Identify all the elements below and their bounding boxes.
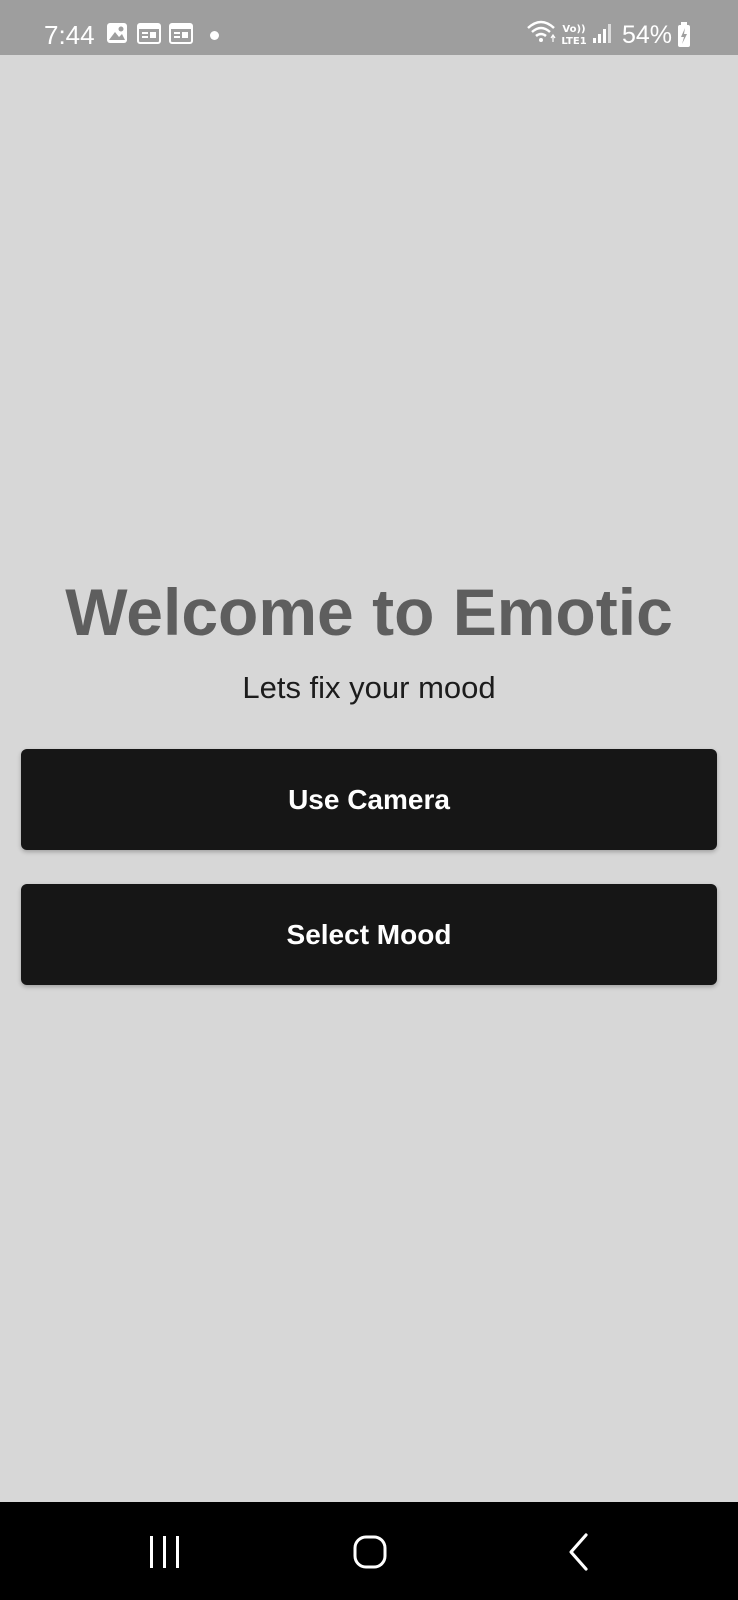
welcome-title: Welcome to Emotic [65,575,673,649]
battery-charging-icon [678,22,690,47]
notification-dot [210,31,219,40]
use-camera-label: Use Camera [288,783,450,815]
calendar-icon [137,23,161,44]
status-time: 7:44 [44,20,95,50]
svg-text:Vo)): Vo)) [562,24,585,35]
battery-percent: 54% [622,21,673,49]
status-bar: 7:44 Vo)) LTE1 54% [0,0,738,55]
subtitle: Lets fix your mood [242,670,496,705]
wifi-icon [527,20,556,42]
select-mood-label: Select Mood [286,918,452,950]
select-mood-button[interactable]: Select Mood [21,884,717,985]
back-icon[interactable] [566,1532,592,1572]
svg-text:LTE1: LTE1 [561,36,586,47]
calendar-icon [169,23,193,44]
recent-apps-icon[interactable] [146,1534,184,1570]
use-camera-button[interactable]: Use Camera [21,749,717,850]
navigation-bar [0,1502,738,1600]
signal-icon [593,24,611,43]
image-icon [107,23,127,43]
home-icon[interactable] [352,1534,388,1570]
lte-indicator: Vo)) LTE1 [561,24,586,47]
